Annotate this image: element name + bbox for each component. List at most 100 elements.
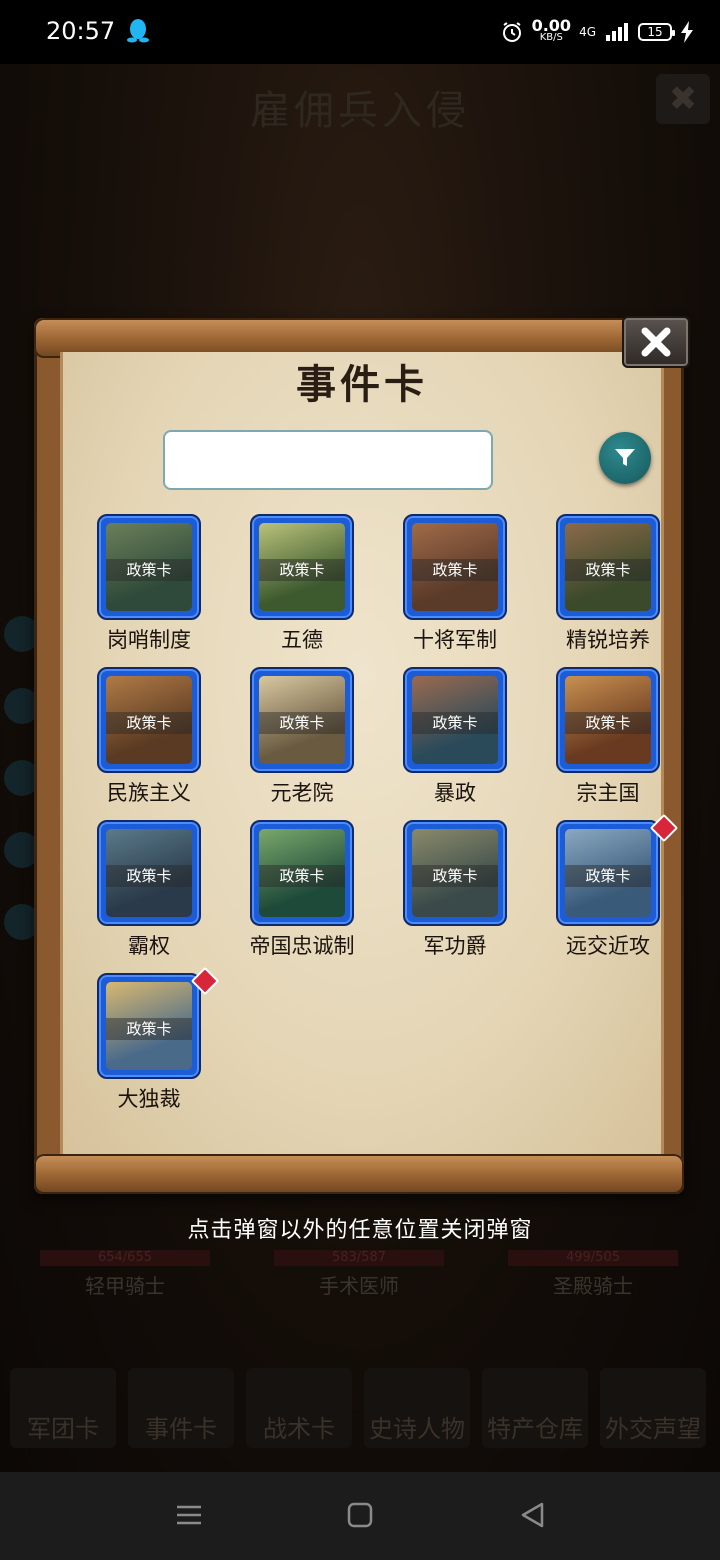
card-type-label: 政策卡 bbox=[106, 559, 192, 581]
card-artwork: 政策卡 bbox=[565, 829, 651, 917]
card-frame: 政策卡 bbox=[97, 514, 201, 620]
dialog-paper: 事件卡 政策卡 岗哨制度 政策卡 五德 政策卡 十将军制 政策卡 精锐培养 政策卡 民族主义 政策卡… bbox=[60, 352, 679, 1158]
event-card[interactable]: 政策卡 元老院 bbox=[232, 667, 372, 817]
card-type-label: 政策卡 bbox=[106, 1018, 192, 1040]
system-nav-bar bbox=[0, 1472, 720, 1560]
unit-slot: 583/587 手术医师 bbox=[274, 1250, 444, 1299]
card-name: 精锐培养 bbox=[566, 628, 650, 652]
status-time: 20:57 bbox=[46, 17, 116, 45]
status-bar: 20:57 0.00 KB/S 4G 15 bbox=[0, 0, 720, 64]
card-frame: 政策卡 bbox=[97, 820, 201, 926]
unit-name: 手术医师 bbox=[319, 1274, 399, 1298]
unit-slot: 499/505 圣殿骑士 bbox=[508, 1250, 678, 1299]
status-icons: 0.00 KB/S 4G 15 bbox=[500, 16, 694, 48]
event-card[interactable]: 政策卡 宗主国 bbox=[538, 667, 678, 817]
unit-slot: 654/655 轻甲骑士 bbox=[40, 1250, 210, 1299]
back-icon[interactable] bbox=[518, 1500, 548, 1530]
signal-icon bbox=[606, 23, 628, 41]
card-frame: 政策卡 bbox=[556, 667, 660, 773]
battery-level: 15 bbox=[647, 25, 663, 39]
unit-name: 轻甲骑士 bbox=[85, 1274, 165, 1298]
card-frame: 政策卡 bbox=[556, 514, 660, 620]
bolt-icon bbox=[681, 21, 693, 43]
event-card[interactable]: 政策卡 精锐培养 bbox=[538, 514, 678, 664]
card-type-label: 政策卡 bbox=[565, 559, 651, 581]
card-type-label: 政策卡 bbox=[412, 865, 498, 887]
event-card-dialog: 事件卡 政策卡 岗哨制度 政策卡 五德 政策卡 十将军制 政策卡 精锐培养 政策卡 民族主义 政策卡… bbox=[34, 318, 684, 1194]
card-name: 远交近攻 bbox=[566, 934, 650, 958]
card-artwork: 政策卡 bbox=[259, 523, 345, 611]
card-frame: 政策卡 bbox=[403, 667, 507, 773]
card-frame: 政策卡 bbox=[403, 820, 507, 926]
card-name: 岗哨制度 bbox=[107, 628, 191, 652]
background-title: 雇佣兵入侵 bbox=[250, 88, 470, 134]
network-type: 4G bbox=[579, 25, 596, 39]
tab-label: 史诗人物 bbox=[369, 1415, 465, 1443]
event-card[interactable]: 政策卡 大独裁 bbox=[79, 966, 220, 1123]
tab-tactic-cards[interactable]: 战术卡 bbox=[246, 1368, 352, 1448]
tab-event-cards[interactable]: 事件卡 bbox=[128, 1368, 234, 1448]
tab-label: 事件卡 bbox=[145, 1415, 217, 1443]
event-card[interactable]: 政策卡 远交近攻 bbox=[538, 813, 679, 970]
filter-icon bbox=[615, 449, 635, 466]
card-artwork: 政策卡 bbox=[106, 829, 192, 917]
card-artwork: 政策卡 bbox=[565, 676, 651, 764]
search-input[interactable] bbox=[163, 430, 493, 490]
event-card[interactable]: 政策卡 暴政 bbox=[385, 667, 525, 817]
event-card[interactable]: 政策卡 军功爵 bbox=[385, 820, 525, 970]
tab-label: 特产仓库 bbox=[487, 1415, 583, 1443]
background-tab-bar: 军团卡 事件卡 战术卡 史诗人物 特产仓库 外交声望 bbox=[10, 1368, 710, 1450]
event-card[interactable]: 政策卡 民族主义 bbox=[79, 667, 219, 817]
event-card[interactable]: 政策卡 帝国忠诚制 bbox=[232, 820, 372, 970]
dialog-title: 事件卡 bbox=[296, 362, 428, 408]
card-name: 暴政 bbox=[434, 781, 476, 805]
card-frame: 政策卡 bbox=[250, 820, 354, 926]
card-name: 大独裁 bbox=[117, 1087, 181, 1111]
unit-hp: 583/587 bbox=[274, 1250, 444, 1266]
card-artwork: 政策卡 bbox=[412, 829, 498, 917]
card-name: 民族主义 bbox=[107, 781, 191, 805]
close-button[interactable] bbox=[622, 316, 690, 368]
event-card[interactable]: 政策卡 五德 bbox=[232, 514, 372, 664]
card-name: 帝国忠诚制 bbox=[249, 934, 355, 958]
card-name: 十将军制 bbox=[413, 628, 497, 652]
background-close-button[interactable]: ✖ bbox=[656, 74, 710, 124]
filter-button[interactable] bbox=[599, 432, 651, 484]
tab-label: 军团卡 bbox=[27, 1415, 99, 1443]
card-type-label: 政策卡 bbox=[565, 865, 651, 887]
close-icon bbox=[641, 327, 671, 357]
card-type-label: 政策卡 bbox=[106, 865, 192, 887]
card-name: 元老院 bbox=[270, 781, 334, 805]
tab-epic-figures[interactable]: 史诗人物 bbox=[364, 1368, 470, 1448]
tab-legion-cards[interactable]: 军团卡 bbox=[10, 1368, 116, 1448]
card-type-label: 政策卡 bbox=[565, 712, 651, 734]
card-type-label: 政策卡 bbox=[412, 712, 498, 734]
event-card[interactable]: 政策卡 十将军制 bbox=[385, 514, 525, 664]
card-artwork: 政策卡 bbox=[106, 523, 192, 611]
card-artwork: 政策卡 bbox=[565, 523, 651, 611]
card-name: 霸权 bbox=[128, 934, 170, 958]
tab-diplomacy[interactable]: 外交声望 bbox=[600, 1368, 706, 1448]
home-icon[interactable] bbox=[345, 1500, 375, 1530]
card-name: 宗主国 bbox=[576, 781, 640, 805]
net-speed-value: 0.00 bbox=[531, 16, 572, 35]
tab-specialty-storage[interactable]: 特产仓库 bbox=[482, 1368, 588, 1448]
card-frame: 政策卡 bbox=[556, 820, 660, 926]
card-artwork: 政策卡 bbox=[259, 676, 345, 764]
card-name: 军功爵 bbox=[423, 934, 487, 958]
card-artwork: 政策卡 bbox=[106, 676, 192, 764]
card-type-label: 政策卡 bbox=[259, 865, 345, 887]
card-frame: 政策卡 bbox=[250, 667, 354, 773]
tab-label: 战术卡 bbox=[263, 1415, 335, 1443]
event-card[interactable]: 政策卡 霸权 bbox=[79, 820, 219, 970]
card-artwork: 政策卡 bbox=[106, 982, 192, 1070]
unit-name: 圣殿骑士 bbox=[553, 1274, 633, 1298]
close-hint: 点击弹窗以外的任意位置关闭弹窗 bbox=[187, 1218, 533, 1243]
battery-icon: 15 bbox=[638, 23, 675, 41]
card-type-label: 政策卡 bbox=[106, 712, 192, 734]
menu-icon[interactable] bbox=[174, 1500, 204, 1530]
card-frame: 政策卡 bbox=[97, 973, 201, 1079]
net-speed: 0.00 KB/S bbox=[531, 16, 572, 44]
event-card[interactable]: 政策卡 岗哨制度 bbox=[79, 514, 219, 664]
alarm-icon bbox=[502, 22, 521, 42]
